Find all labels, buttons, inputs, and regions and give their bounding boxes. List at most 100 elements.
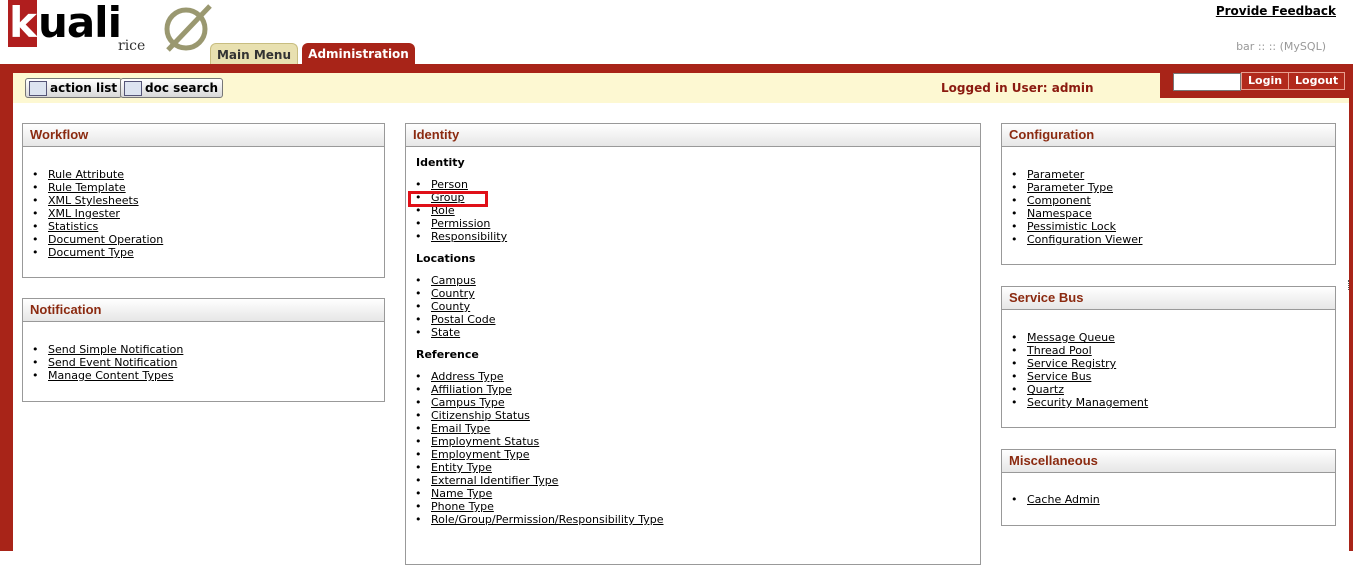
list-item: Campus Type [406,396,980,409]
service-bus-links: Message Queue Thread Pool Service Regist… [1002,331,1335,409]
action-list-button[interactable]: action list [25,78,123,98]
state-link[interactable]: State [431,326,460,339]
responsibility-link[interactable]: Responsibility [431,230,507,243]
parameter-type-link[interactable]: Parameter Type [1027,181,1113,194]
list-item: Thread Pool [1002,344,1335,357]
list-item: Employment Status [406,435,980,448]
identity-links: Person Group Role Permission Responsibil… [406,178,980,243]
list-item: Affiliation Type [406,383,980,396]
header: kuali rice Provide Feedback bar :: :: (M… [0,0,1353,66]
notification-links: Send Simple Notification Send Event Noti… [23,343,384,382]
xml-stylesheets-link[interactable]: XML Stylesheets [48,194,139,207]
permission-link[interactable]: Permission [431,217,490,230]
name-type-link[interactable]: Name Type [431,487,492,500]
pessimistic-lock-link[interactable]: Pessimistic Lock [1027,220,1116,233]
group-link[interactable]: Group [431,191,465,204]
service-bus-link[interactable]: Service Bus [1027,370,1091,383]
list-item: Service Registry [1002,357,1335,370]
country-link[interactable]: Country [431,287,475,300]
list-item: Parameter Type [1002,181,1335,194]
campus-link[interactable]: Campus [431,274,476,287]
phone-type-link[interactable]: Phone Type [431,500,494,513]
logo-text: uali [37,0,122,47]
list-item: Permission [406,217,980,230]
list-item: Message Queue [1002,331,1335,344]
list-item: Person [406,178,980,191]
reference-subheading: Reference [416,348,479,361]
affiliation-type-link[interactable]: Affiliation Type [431,383,512,396]
campus-type-link[interactable]: Campus Type [431,396,505,409]
list-item: Employment Type [406,448,980,461]
namespace-link[interactable]: Namespace [1027,207,1092,220]
list-item: Component [1002,194,1335,207]
list-item: County [406,300,980,313]
workflow-panel: Workflow Rule Attribute Rule Template XM… [22,123,385,278]
doc-search-button[interactable]: doc search [120,78,224,98]
role-group-permission-responsibility-type-link[interactable]: Role/Group/Permission/Responsibility Typ… [431,513,664,526]
identity-title: Identity [406,124,980,147]
tab-administration[interactable]: Administration [302,43,415,65]
document-type-link[interactable]: Document Type [48,246,134,259]
list-item: Cache Admin [1002,493,1335,506]
parameter-link[interactable]: Parameter [1027,168,1084,181]
list-item: Document Operation [23,233,384,246]
security-management-link[interactable]: Security Management [1027,396,1148,409]
list-item: Quartz [1002,383,1335,396]
rule-template-link[interactable]: Rule Template [48,181,126,194]
tab-main-menu[interactable]: Main Menu [210,43,298,66]
list-item: Name Type [406,487,980,500]
thread-pool-link[interactable]: Thread Pool [1027,344,1092,357]
provide-feedback-link[interactable]: Provide Feedback [1216,4,1336,18]
rice-logo-icon [164,4,212,52]
miscellaneous-panel: Miscellaneous Cache Admin [1001,449,1336,526]
xml-ingester-link[interactable]: XML Ingester [48,207,120,220]
statistics-link[interactable]: Statistics [48,220,98,233]
reference-links: Address Type Affiliation Type Campus Typ… [406,370,980,526]
logged-in-user: Logged in User: admin [941,81,1094,95]
environment-info: bar :: :: (MySQL) [1236,40,1326,53]
action-list-label: action list [50,81,118,95]
logout-button[interactable]: Logout [1288,72,1346,90]
message-queue-link[interactable]: Message Queue [1027,331,1115,344]
notification-title: Notification [23,299,384,322]
configuration-panel: Configuration Parameter Parameter Type C… [1001,123,1336,265]
address-type-link[interactable]: Address Type [431,370,504,383]
send-simple-notification-link[interactable]: Send Simple Notification [48,343,183,356]
scrollbar-grip[interactable] [1348,280,1353,290]
employment-type-link[interactable]: Employment Type [431,448,529,461]
locations-subheading: Locations [416,252,476,265]
county-link[interactable]: County [431,300,470,313]
identity-subheading: Identity [416,156,465,169]
person-link[interactable]: Person [431,178,468,191]
component-link[interactable]: Component [1027,194,1091,207]
logo-subtitle: rice [118,38,146,54]
employment-status-link[interactable]: Employment Status [431,435,539,448]
manage-content-types-link[interactable]: Manage Content Types [48,369,173,382]
send-event-notification-link[interactable]: Send Event Notification [48,356,177,369]
external-identifier-type-link[interactable]: External Identifier Type [431,474,558,487]
postal-code-link[interactable]: Postal Code [431,313,495,326]
login-user-input[interactable] [1173,73,1241,91]
list-item: XML Stylesheets [23,194,384,207]
cache-admin-link[interactable]: Cache Admin [1027,493,1100,506]
identity-panel: Identity Identity Person Group Role Perm… [405,123,981,565]
configuration-links: Parameter Parameter Type Component Names… [1002,168,1335,246]
list-item: XML Ingester [23,207,384,220]
service-registry-link[interactable]: Service Registry [1027,357,1116,370]
entity-type-link[interactable]: Entity Type [431,461,492,474]
role-link[interactable]: Role [431,204,455,217]
configuration-title: Configuration [1002,124,1335,147]
quartz-link[interactable]: Quartz [1027,383,1064,396]
list-item: Country [406,287,980,300]
locations-links: Campus Country County Postal Code State [406,274,980,339]
list-item: Manage Content Types [23,369,384,382]
login-button[interactable]: Login [1241,72,1290,90]
rule-attribute-link[interactable]: Rule Attribute [48,168,124,181]
list-item: Entity Type [406,461,980,474]
document-operation-link[interactable]: Document Operation [48,233,163,246]
email-type-link[interactable]: Email Type [431,422,490,435]
action-list-icon [29,81,47,96]
list-item: Postal Code [406,313,980,326]
configuration-viewer-link[interactable]: Configuration Viewer [1027,233,1143,246]
citizenship-status-link[interactable]: Citizenship Status [431,409,530,422]
